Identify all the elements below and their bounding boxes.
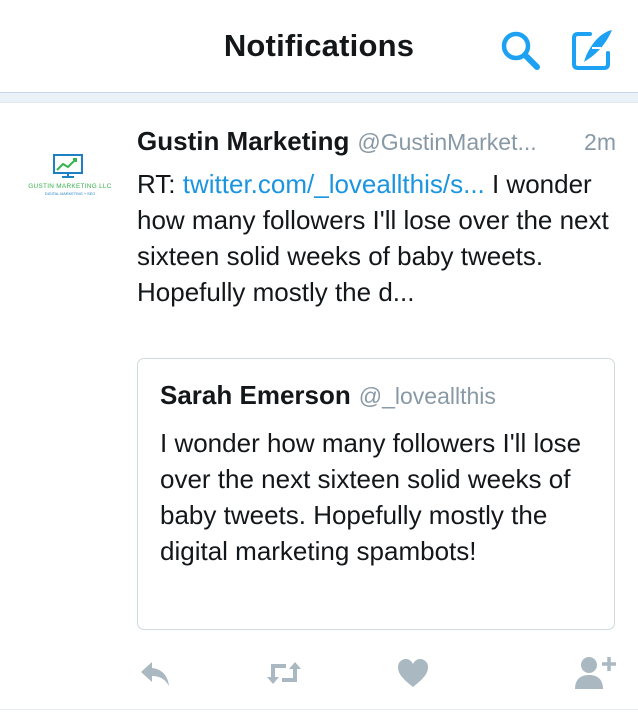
tweet-link[interactable]: twitter.com/_loveallthis/s... — [183, 169, 485, 199]
compose-tweet-button[interactable] — [568, 26, 616, 74]
retweet-icon — [267, 662, 301, 684]
reply-icon — [141, 662, 169, 686]
compose-tweet-icon — [572, 30, 612, 70]
avatar[interactable]: GUSTIN MARKETING LLC DIGITAL MARKETING +… — [18, 151, 122, 201]
author-name[interactable]: Gustin Marketing — [137, 126, 349, 156]
top-nav-bar: Notifications — [0, 0, 638, 92]
notification-tweet[interactable]: GUSTIN MARKETING LLC DIGITAL MARKETING +… — [0, 103, 638, 703]
reply-button[interactable] — [136, 653, 176, 693]
retweet-prefix: RT: — [137, 169, 183, 199]
author-handle[interactable]: @GustinMarket... — [357, 129, 536, 155]
tweet-text: RT: twitter.com/_loveallthis/s... I wond… — [137, 166, 622, 310]
logo-tagline-text: DIGITAL MARKETING + SEO — [45, 192, 95, 196]
search-icon — [501, 31, 540, 70]
heart-icon — [398, 659, 428, 687]
like-button[interactable] — [393, 653, 433, 693]
tweet-timestamp: 2m — [584, 129, 616, 155]
tweet-actions — [0, 643, 638, 699]
quoted-tweet[interactable]: Sarah Emerson @_loveallthis I wonder how … — [137, 358, 615, 630]
tweet-header: Gustin Marketing @GustinMarket... 2m — [137, 126, 622, 157]
quoted-tweet-text: I wonder how many followers I'll lose ov… — [160, 428, 582, 566]
search-button[interactable] — [496, 26, 544, 74]
header-divider — [0, 92, 638, 103]
tweet-divider — [0, 709, 638, 710]
quoted-tweet-header: Sarah Emerson @_loveallthis — [160, 380, 496, 411]
quoted-author-handle: @_loveallthis — [358, 383, 496, 409]
logo-company-text: GUSTIN MARKETING LLC — [28, 183, 111, 190]
quoted-author-name: Sarah Emerson — [160, 380, 351, 410]
retweet-button[interactable] — [264, 653, 304, 693]
follow-icon — [575, 657, 616, 689]
gustin-marketing-logo-icon: GUSTIN MARKETING LLC DIGITAL MARKETING +… — [28, 154, 111, 196]
follow-button[interactable] — [573, 653, 616, 693]
